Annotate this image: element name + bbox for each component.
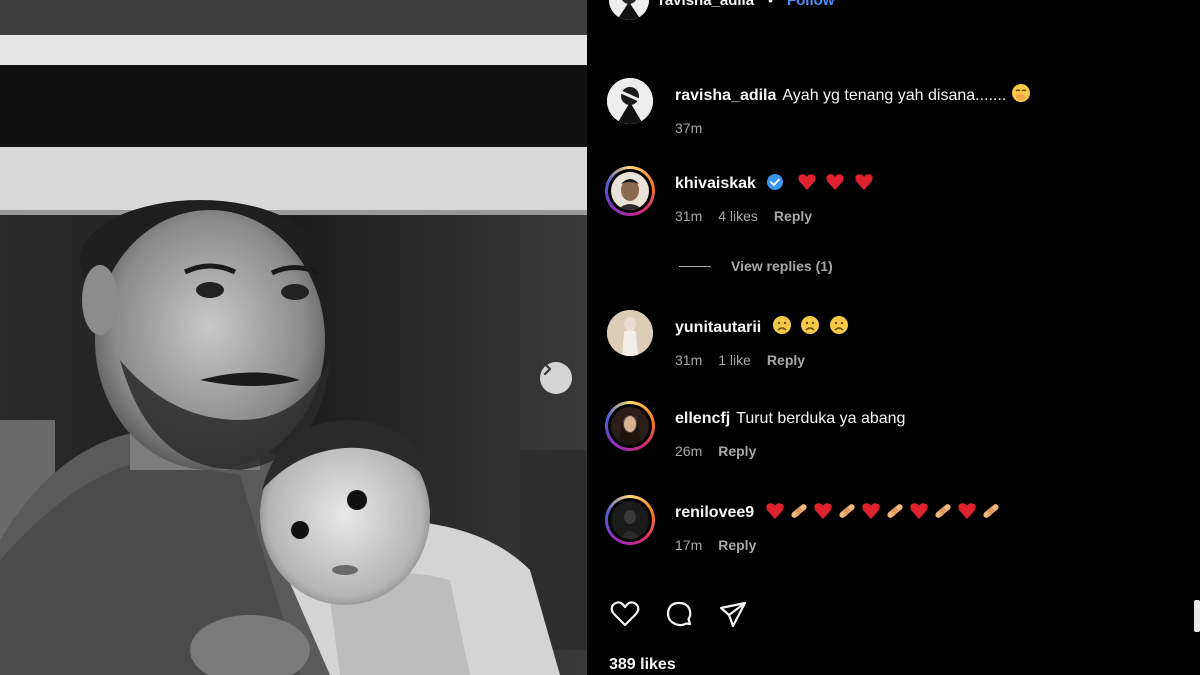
commenter-avatar[interactable] [605, 495, 655, 545]
separator-dot: • [768, 0, 773, 8]
author-username[interactable]: ravisha_adila [659, 0, 754, 9]
author-avatar[interactable] [609, 0, 649, 20]
comment-text: Ayah yg tenang yah disana....... [782, 87, 1007, 104]
comment-icon[interactable] [663, 598, 695, 630]
comment-time: 26m [675, 443, 703, 459]
avatar-image [611, 407, 649, 445]
comment-text: Turut berduka ya abang [736, 410, 906, 427]
sad-face-icon [801, 316, 820, 334]
sad-face-icon [772, 316, 791, 334]
comment-time: 17m [675, 537, 703, 553]
comment-username[interactable]: renilovee9 [675, 504, 754, 521]
comment-likes[interactable]: 4 likes [718, 208, 758, 224]
red-heart-icon [813, 503, 832, 519]
commenter-avatar[interactable] [605, 401, 655, 451]
post-header: ravisha_adila • Follow [609, 0, 834, 22]
reply-button[interactable]: Reply [718, 537, 756, 553]
comment-time: 31m [675, 352, 703, 368]
red-heart-icon [909, 503, 928, 519]
divider-line [679, 265, 711, 267]
red-heart-icon [861, 503, 880, 519]
avatar-image [609, 0, 649, 20]
red-heart-icon [826, 174, 844, 190]
follow-button[interactable]: Follow [787, 0, 835, 9]
bookmark-icon[interactable] [1194, 600, 1200, 632]
comment-username[interactable]: khivaiskak [675, 175, 756, 192]
avatar-image [611, 501, 649, 539]
post-actions [609, 598, 749, 630]
adhesive-bandage-icon [935, 504, 951, 518]
reply-button[interactable]: Reply [718, 443, 756, 459]
red-heart-icon [957, 503, 976, 519]
next-photo-button[interactable] [540, 362, 572, 394]
post-photo [0, 0, 587, 675]
comment-username[interactable]: ravisha_adila [675, 87, 776, 104]
adhesive-bandage-icon [887, 504, 903, 518]
verified-badge-icon [767, 174, 784, 190]
send-icon[interactable] [717, 598, 749, 630]
comment-username[interactable]: ellencfj [675, 410, 730, 427]
reply-button[interactable]: Reply [774, 208, 812, 224]
comment-likes[interactable]: 1 like [718, 352, 751, 368]
red-heart-icon [765, 503, 784, 519]
chevron-right-icon [543, 362, 552, 376]
comment-username[interactable]: yunitautarii [675, 319, 761, 336]
photo-image [0, 0, 587, 675]
avatar-image [607, 310, 653, 356]
sad-face-icon [829, 316, 848, 334]
commenter-avatar[interactable] [605, 166, 655, 216]
smiling-face-with-hand-over-mouth-icon [1011, 84, 1030, 102]
adhesive-bandage-icon [839, 504, 855, 518]
comment-time: 31m [675, 208, 703, 224]
adhesive-bandage-icon [791, 504, 807, 518]
view-replies-button[interactable]: View replies (1) [679, 258, 833, 274]
avatar-image [611, 172, 649, 210]
avatar-image [607, 78, 653, 124]
comments-panel: ravisha_adila • Follow ravisha_adila Ayah… [587, 0, 1200, 675]
commenter-avatar[interactable] [607, 78, 653, 124]
commenter-avatar[interactable] [607, 310, 653, 356]
adhesive-bandage-icon [983, 504, 999, 518]
red-heart-icon [855, 174, 873, 190]
heart-icon[interactable] [609, 598, 641, 630]
red-heart-icon [798, 174, 816, 190]
likes-count[interactable]: 389 likes [609, 656, 676, 674]
comment-time: 37m [675, 120, 703, 136]
view-replies-label: View replies (1) [731, 258, 833, 274]
reply-button[interactable]: Reply [767, 352, 805, 368]
